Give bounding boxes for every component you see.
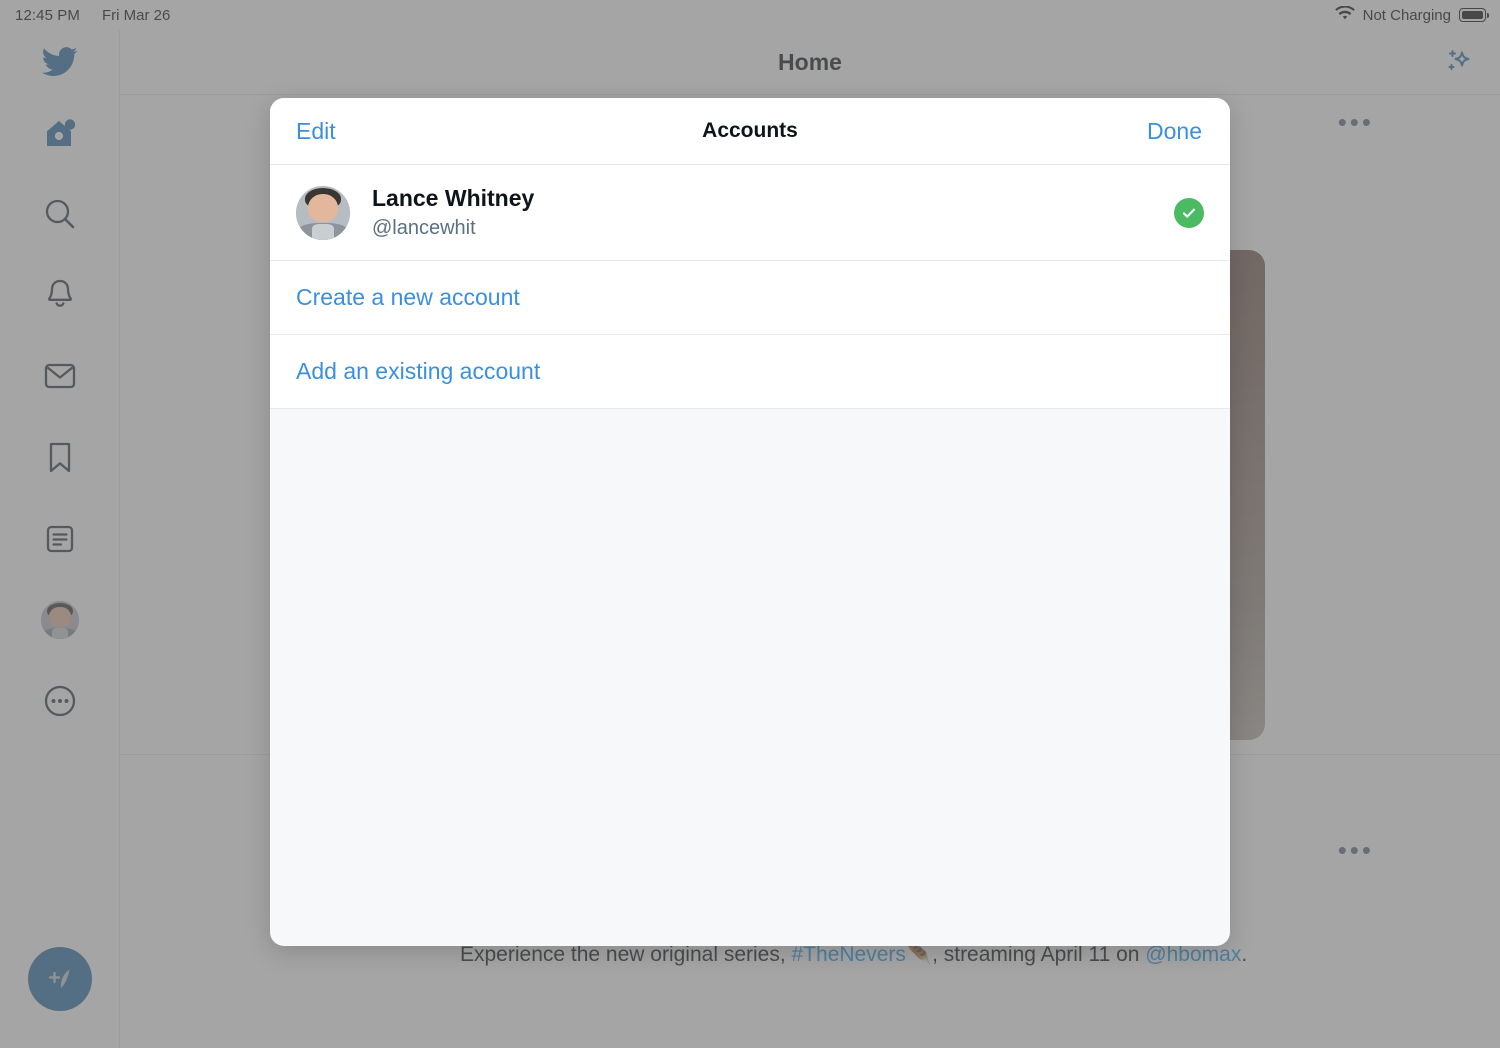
edit-button[interactable]: Edit: [296, 118, 336, 145]
battery-full-icon: [1459, 8, 1490, 22]
battery-status-label: Not Charging: [1362, 6, 1451, 24]
twitter-bird-logo[interactable]: [32, 34, 88, 90]
avatar: [41, 601, 79, 639]
account-row[interactable]: Lance Whitney @lancewhit: [270, 165, 1230, 261]
status-right-cluster: Not Charging: [1334, 5, 1490, 25]
modal-header: Edit Accounts Done: [270, 98, 1230, 165]
sidebar-item-home[interactable]: [32, 105, 88, 161]
sidebar-item-explore[interactable]: [32, 186, 88, 242]
page-title: Home: [778, 48, 842, 75]
account-avatar: [296, 185, 350, 240]
tweet-text-before: Experience the new original series,: [460, 943, 792, 966]
tweet-more-icon[interactable]: •••: [1338, 836, 1374, 863]
tweet-text-middle: , streaming April 11 on: [932, 943, 1146, 966]
sidebar-item-lists[interactable]: [32, 511, 88, 567]
account-handle: @lancewhit: [372, 216, 476, 239]
sidebar: [0, 30, 120, 1048]
sidebar-item-messages[interactable]: [32, 348, 88, 404]
modal-title: Accounts: [702, 119, 798, 142]
sidebar-item-bookmarks[interactable]: [32, 430, 88, 486]
sidebar-item-profile[interactable]: [32, 592, 88, 648]
status-bar: 12:45 PM Fri Mar 26 Not Charging: [0, 0, 1500, 30]
add-existing-account-button[interactable]: Add an existing account: [270, 335, 1230, 409]
sparkles-icon[interactable]: [1436, 40, 1480, 84]
tweet-mention-link[interactable]: @hbomax: [1145, 943, 1241, 966]
account-display-name: Lance Whitney: [372, 185, 535, 212]
done-button[interactable]: Done: [1147, 118, 1202, 145]
tweet-more-icon[interactable]: •••: [1338, 108, 1374, 135]
compose-tweet-button[interactable]: [28, 947, 92, 1011]
accounts-modal: Edit Accounts Done Lance Whitney @lancew…: [270, 98, 1230, 946]
status-date: Fri Mar 26: [102, 6, 171, 24]
wifi-icon: [1334, 5, 1355, 25]
sidebar-item-more[interactable]: [32, 673, 88, 729]
app-root: 12:45 PM Fri Mar 26 Not Charging Home ••…: [0, 0, 1500, 1048]
account-selected-check-icon: [1174, 197, 1204, 228]
tweet-hashtag-link[interactable]: #TheNevers: [792, 943, 906, 966]
status-time: 12:45 PM: [15, 6, 81, 24]
tweet-emoji: 🪶: [905, 943, 933, 966]
top-bar: Home: [120, 30, 1500, 95]
create-new-account-button[interactable]: Create a new account: [270, 261, 1230, 335]
sidebar-item-notifications[interactable]: [32, 267, 88, 323]
tweet-text-after: .: [1241, 943, 1248, 966]
account-names: Lance Whitney @lancewhit: [372, 184, 534, 241]
